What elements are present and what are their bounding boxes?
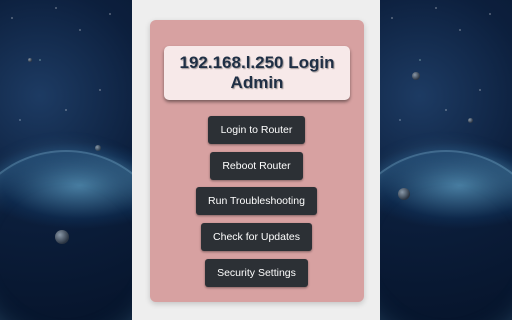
asteroid-decoration (412, 72, 420, 80)
asteroid-decoration (95, 145, 101, 151)
asteroid-decoration (55, 230, 69, 244)
background-image-left (0, 0, 132, 320)
login-router-button[interactable]: Login to Router (208, 116, 305, 144)
asteroid-decoration (398, 188, 410, 200)
background-image-right (380, 0, 512, 320)
main-panel: 192.168.l.250 Login Admin Login to Route… (132, 0, 380, 320)
asteroid-decoration (468, 118, 473, 123)
title-box: 192.168.l.250 Login Admin (164, 46, 350, 100)
run-troubleshooting-button[interactable]: Run Troubleshooting (196, 187, 317, 215)
check-updates-button[interactable]: Check for Updates (201, 223, 312, 251)
page-title: 192.168.l.250 Login Admin (179, 53, 335, 92)
security-settings-button[interactable]: Security Settings (205, 259, 308, 287)
login-card: 192.168.l.250 Login Admin Login to Route… (150, 20, 364, 302)
asteroid-decoration (28, 58, 32, 62)
reboot-router-button[interactable]: Reboot Router (210, 152, 303, 180)
